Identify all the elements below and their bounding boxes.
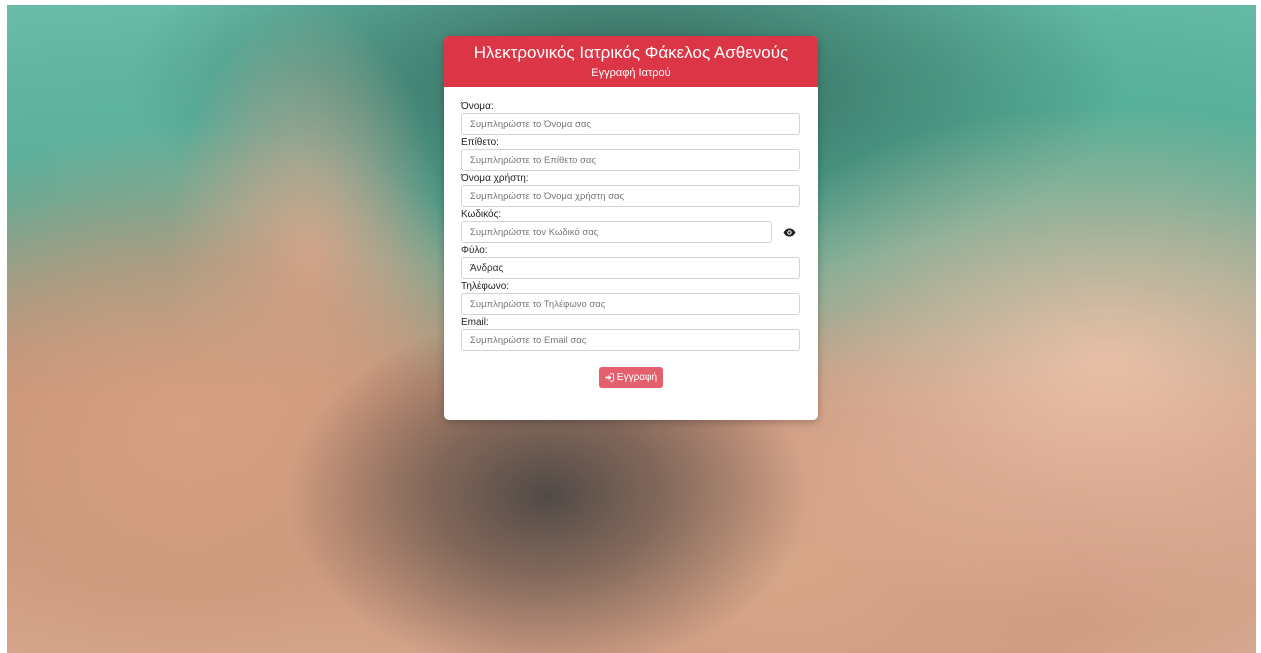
- gender-label: Φύλο:: [461, 245, 488, 256]
- register-button[interactable]: Εγγραφή: [598, 367, 664, 388]
- password-label: Κωδικός:: [461, 209, 502, 220]
- email-label: Email:: [461, 317, 489, 328]
- registration-form: Όνομα: Επίθετο: Όνομα χρήστη: Κωδικός: Φ…: [444, 87, 818, 388]
- sign-in-icon: [605, 373, 614, 382]
- first-name-input[interactable]: [461, 113, 800, 135]
- username-label: Όνομα χρήστη:: [461, 173, 529, 184]
- page-title: Ηλεκτρονικός Ιατρικός Φάκελος Ασθενούς: [473, 43, 789, 62]
- username-input[interactable]: [461, 185, 800, 207]
- card-header: Ηλεκτρονικός Ιατρικός Φάκελος Ασθενούς Ε…: [444, 36, 818, 87]
- phone-input[interactable]: [461, 293, 800, 315]
- password-input[interactable]: [461, 221, 772, 243]
- email-input[interactable]: [461, 329, 800, 351]
- register-button-label: Εγγραφή: [616, 372, 658, 383]
- eye-icon[interactable]: [781, 225, 797, 239]
- page-subtitle: Εγγραφή Ιατρού: [591, 67, 671, 79]
- gender-selected-value: Άνδρας: [470, 262, 504, 274]
- last-name-input[interactable]: [461, 149, 800, 171]
- gender-select[interactable]: Άνδρας: [461, 257, 800, 279]
- registration-card: Ηλεκτρονικός Ιατρικός Φάκελος Ασθενούς Ε…: [444, 36, 818, 420]
- phone-label: Τηλέφωνο:: [461, 281, 510, 292]
- last-name-label: Επίθετο:: [461, 137, 499, 148]
- first-name-label: Όνομα:: [461, 101, 494, 112]
